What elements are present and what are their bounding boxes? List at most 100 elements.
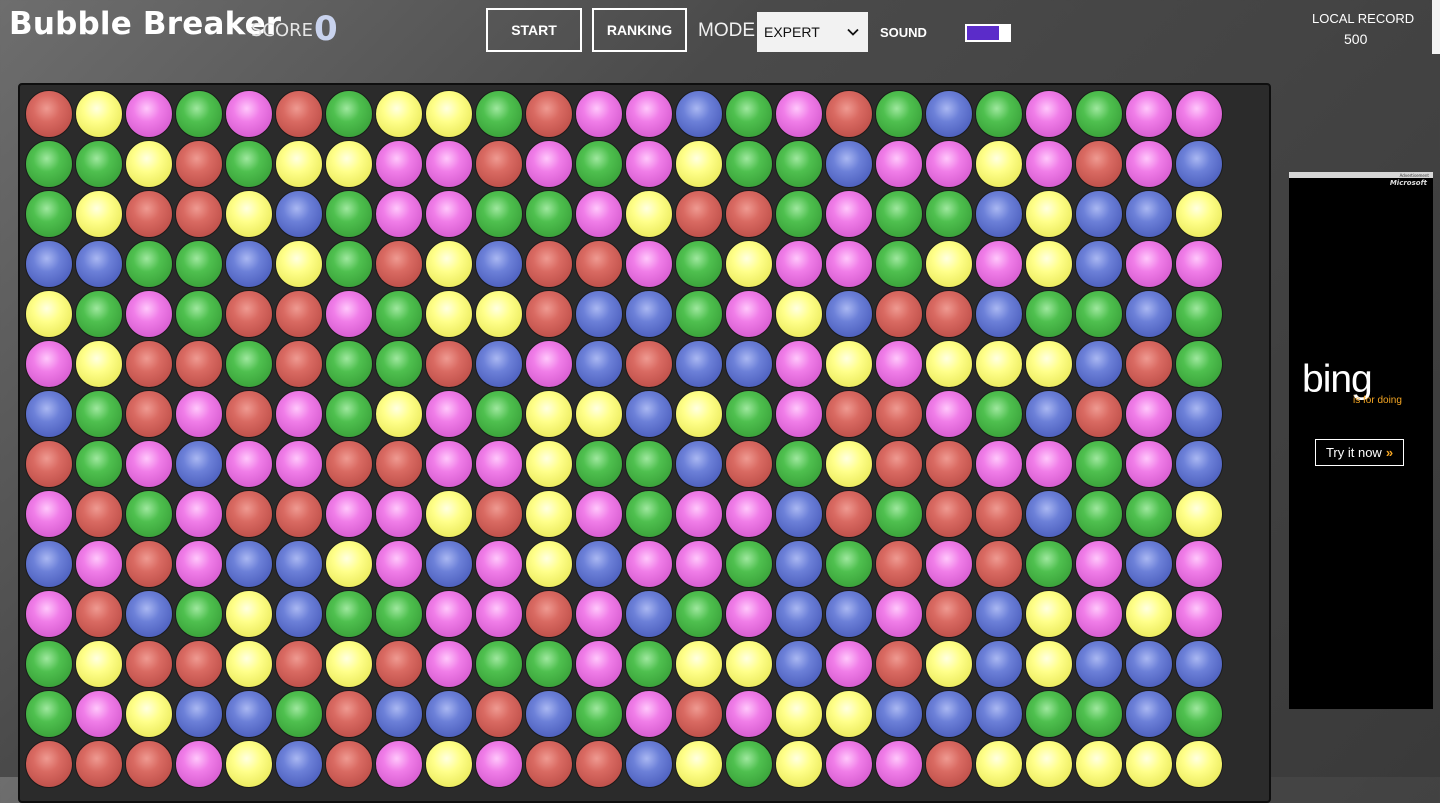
bubble-pink[interactable] bbox=[625, 240, 673, 288]
bubble-red[interactable] bbox=[475, 140, 523, 188]
bubble-blue[interactable] bbox=[275, 590, 323, 638]
bubble-pink[interactable] bbox=[1175, 590, 1223, 638]
bubble-green[interactable] bbox=[625, 440, 673, 488]
bubble-red[interactable] bbox=[175, 340, 223, 388]
bubble-red[interactable] bbox=[975, 490, 1023, 538]
bubble-green[interactable] bbox=[175, 290, 223, 338]
bubble-red[interactable] bbox=[25, 740, 73, 788]
bubble-green[interactable] bbox=[1075, 90, 1123, 138]
bubble-pink[interactable] bbox=[425, 190, 473, 238]
bubble-pink[interactable] bbox=[725, 590, 773, 638]
bubble-blue[interactable] bbox=[725, 340, 773, 388]
bubble-red[interactable] bbox=[825, 90, 873, 138]
bubble-yellow[interactable] bbox=[1025, 240, 1073, 288]
bubble-blue[interactable] bbox=[25, 540, 73, 588]
bubble-pink[interactable] bbox=[475, 440, 523, 488]
bubble-red[interactable] bbox=[875, 640, 923, 688]
bubble-pink[interactable] bbox=[875, 140, 923, 188]
bubble-red[interactable] bbox=[675, 690, 723, 738]
bubble-pink[interactable] bbox=[525, 340, 573, 388]
bubble-red[interactable] bbox=[975, 540, 1023, 588]
bubble-yellow[interactable] bbox=[1025, 340, 1073, 388]
bubble-pink[interactable] bbox=[1125, 90, 1173, 138]
bubble-green[interactable] bbox=[875, 240, 923, 288]
bubble-green[interactable] bbox=[125, 490, 173, 538]
bubble-red[interactable] bbox=[275, 290, 323, 338]
bubble-blue[interactable] bbox=[975, 290, 1023, 338]
bubble-green[interactable] bbox=[325, 390, 373, 438]
bubble-pink[interactable] bbox=[75, 690, 123, 738]
bubble-yellow[interactable] bbox=[525, 390, 573, 438]
bubble-blue[interactable] bbox=[875, 690, 923, 738]
bubble-green[interactable] bbox=[625, 640, 673, 688]
bubble-blue[interactable] bbox=[1125, 690, 1173, 738]
bubble-blue[interactable] bbox=[975, 640, 1023, 688]
bubble-pink[interactable] bbox=[675, 490, 723, 538]
bubble-pink[interactable] bbox=[1025, 90, 1073, 138]
bubble-pink[interactable] bbox=[775, 340, 823, 388]
bubble-yellow[interactable] bbox=[425, 740, 473, 788]
bubble-red[interactable] bbox=[375, 640, 423, 688]
bubble-pink[interactable] bbox=[575, 90, 623, 138]
bubble-pink[interactable] bbox=[275, 440, 323, 488]
bubble-pink[interactable] bbox=[175, 490, 223, 538]
bubble-blue[interactable] bbox=[975, 690, 1023, 738]
bubble-green[interactable] bbox=[25, 190, 73, 238]
bubble-yellow[interactable] bbox=[275, 140, 323, 188]
bubble-pink[interactable] bbox=[875, 590, 923, 638]
bubble-green[interactable] bbox=[75, 440, 123, 488]
bubble-pink[interactable] bbox=[175, 390, 223, 438]
bubble-blue[interactable] bbox=[1075, 240, 1123, 288]
bubble-pink[interactable] bbox=[725, 490, 773, 538]
bubble-pink[interactable] bbox=[1175, 240, 1223, 288]
bubble-blue[interactable] bbox=[775, 490, 823, 538]
bubble-blue[interactable] bbox=[825, 290, 873, 338]
bubble-green[interactable] bbox=[1075, 440, 1123, 488]
bubble-green[interactable] bbox=[475, 90, 523, 138]
bubble-blue[interactable] bbox=[1175, 390, 1223, 438]
bubble-yellow[interactable] bbox=[425, 490, 473, 538]
bubble-pink[interactable] bbox=[1175, 90, 1223, 138]
bubble-pink[interactable] bbox=[175, 540, 223, 588]
bubble-red[interactable] bbox=[175, 140, 223, 188]
bubble-green[interactable] bbox=[1025, 540, 1073, 588]
bubble-green[interactable] bbox=[275, 690, 323, 738]
bubble-blue[interactable] bbox=[925, 90, 973, 138]
bubble-pink[interactable] bbox=[125, 90, 173, 138]
bubble-green[interactable] bbox=[175, 90, 223, 138]
bubble-red[interactable] bbox=[275, 640, 323, 688]
bubble-yellow[interactable] bbox=[775, 290, 823, 338]
bubble-red[interactable] bbox=[675, 190, 723, 238]
bubble-pink[interactable] bbox=[475, 590, 523, 638]
bubble-green[interactable] bbox=[975, 90, 1023, 138]
bubble-yellow[interactable] bbox=[825, 690, 873, 738]
bubble-red[interactable] bbox=[75, 740, 123, 788]
bubble-yellow[interactable] bbox=[225, 740, 273, 788]
bubble-pink[interactable] bbox=[1125, 140, 1173, 188]
bubble-blue[interactable] bbox=[675, 340, 723, 388]
scrollbar[interactable] bbox=[1432, 0, 1440, 54]
bubble-blue[interactable] bbox=[575, 340, 623, 388]
bubble-green[interactable] bbox=[75, 290, 123, 338]
bubble-red[interactable] bbox=[525, 590, 573, 638]
bubble-pink[interactable] bbox=[1175, 540, 1223, 588]
bubble-yellow[interactable] bbox=[475, 290, 523, 338]
bubble-yellow[interactable] bbox=[675, 640, 723, 688]
bubble-yellow[interactable] bbox=[675, 740, 723, 788]
bubble-pink[interactable] bbox=[375, 490, 423, 538]
bubble-red[interactable] bbox=[425, 340, 473, 388]
bubble-green[interactable] bbox=[825, 540, 873, 588]
bubble-yellow[interactable] bbox=[825, 340, 873, 388]
bubble-yellow[interactable] bbox=[75, 340, 123, 388]
bubble-blue[interactable] bbox=[425, 690, 473, 738]
bubble-pink[interactable] bbox=[1025, 140, 1073, 188]
bubble-green[interactable] bbox=[325, 340, 373, 388]
bubble-green[interactable] bbox=[375, 290, 423, 338]
bubble-red[interactable] bbox=[175, 640, 223, 688]
bubble-pink[interactable] bbox=[925, 390, 973, 438]
bubble-blue[interactable] bbox=[25, 390, 73, 438]
bubble-red[interactable] bbox=[875, 290, 923, 338]
bubble-blue[interactable] bbox=[1125, 640, 1173, 688]
bubble-pink[interactable] bbox=[1075, 590, 1123, 638]
bubble-green[interactable] bbox=[1175, 690, 1223, 738]
